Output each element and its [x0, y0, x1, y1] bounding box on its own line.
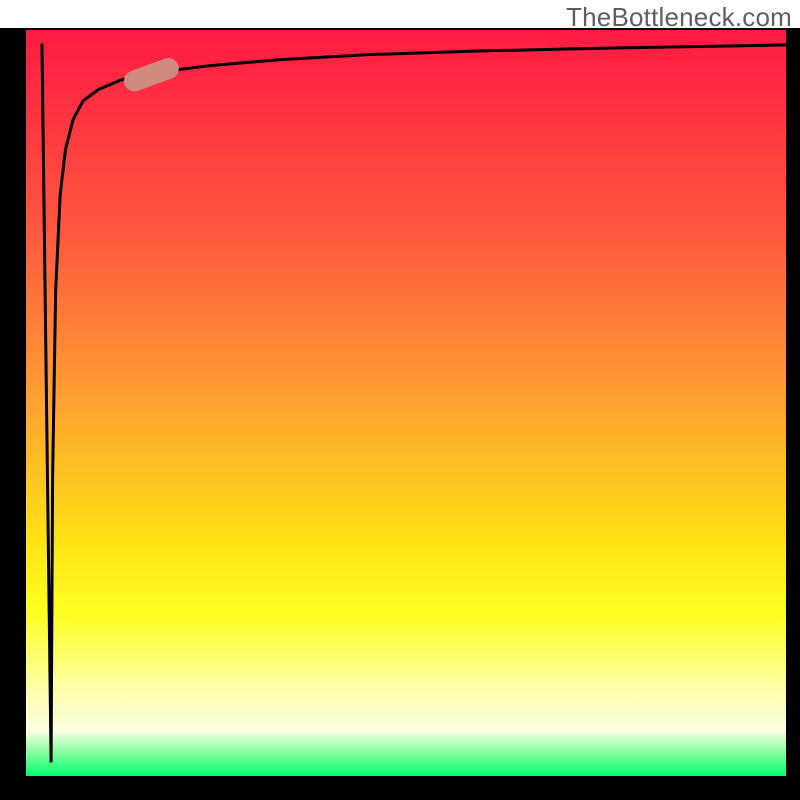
chart-svg [0, 0, 800, 800]
watermark-text: TheBottleneck.com [566, 2, 792, 33]
plot-area [26, 30, 786, 776]
chart-container: TheBottleneck.com [0, 0, 800, 800]
